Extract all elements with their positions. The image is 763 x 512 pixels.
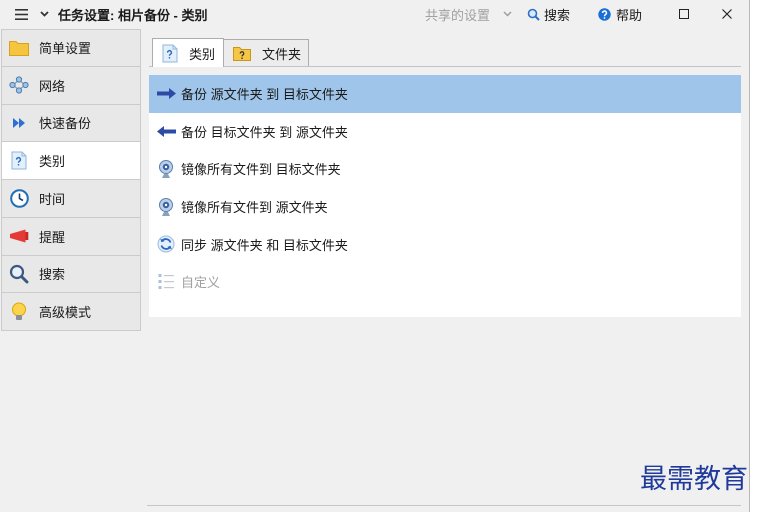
shared-settings-label: 共享的设置 bbox=[425, 7, 491, 23]
sidebar-item-label: 高级模式 bbox=[39, 305, 92, 321]
tab-category[interactable]: 类别 bbox=[152, 38, 224, 67]
sidebar-item-search[interactable]: 搜索 bbox=[1, 255, 141, 294]
clock-icon bbox=[8, 187, 30, 209]
search-button[interactable]: 搜索 bbox=[527, 0, 570, 28]
custom-list-icon bbox=[156, 272, 176, 292]
megaphone-icon bbox=[8, 225, 30, 247]
task-settings-window: 任务设置: 相片备份 - 类别 共享的设置 搜索 帮助 简单设置 网络 快速备份… bbox=[0, 0, 750, 512]
bottom-divider bbox=[147, 505, 741, 506]
sidebar-item-label: 类别 bbox=[39, 154, 66, 170]
sidebar-item-label: 搜索 bbox=[39, 267, 66, 283]
sidebar-item-label: 时间 bbox=[39, 191, 66, 207]
sidebar-item-label: 提醒 bbox=[39, 229, 66, 245]
sidebar-item-category[interactable]: 类别 bbox=[1, 142, 141, 180]
tab-folder[interactable]: 文件夹 bbox=[223, 39, 309, 66]
list-item-custom[interactable]: 自定义 bbox=[149, 263, 741, 301]
sidebar-item-time[interactable]: 时间 bbox=[1, 180, 141, 218]
help-button[interactable]: 帮助 bbox=[598, 0, 642, 28]
help-document-icon bbox=[8, 150, 30, 172]
help-folder-icon bbox=[233, 46, 251, 61]
search-icon bbox=[527, 8, 540, 21]
list-item-backup-source-to-target[interactable]: 备份 源文件夹 到 目标文件夹 bbox=[149, 75, 741, 113]
sidebar-item-quick-backup[interactable]: 快速备份 bbox=[1, 104, 141, 143]
magnifier-icon bbox=[8, 263, 30, 285]
arrow-left-icon bbox=[156, 121, 176, 141]
tab-label: 文件夹 bbox=[262, 46, 302, 62]
help-document-icon bbox=[162, 44, 178, 63]
tab-strip-divider bbox=[149, 66, 741, 67]
fast-forward-icon bbox=[8, 112, 30, 134]
sidebar: 简单设置 网络 快速备份 类别 时间 提醒 搜索 高级模式 bbox=[1, 29, 141, 331]
watermark: 最需教育 bbox=[640, 464, 748, 495]
list-item-sync[interactable]: 同步 源文件夹 和 目标文件夹 bbox=[149, 225, 741, 263]
folder-icon bbox=[8, 37, 30, 59]
list-item-label: 镜像所有文件到 源文件夹 bbox=[181, 200, 328, 216]
arrow-right-icon bbox=[156, 84, 176, 104]
list-item-label: 备份 源文件夹 到 目标文件夹 bbox=[181, 87, 348, 103]
chevron-down-icon bbox=[503, 11, 512, 17]
tab-label: 类别 bbox=[189, 46, 216, 62]
sidebar-item-label: 简单设置 bbox=[39, 41, 92, 57]
maximize-icon[interactable] bbox=[679, 0, 689, 28]
shared-settings-dropdown[interactable]: 共享的设置 bbox=[425, 0, 512, 28]
window-title: 任务设置: 相片备份 - 类别 bbox=[58, 7, 208, 23]
list-item-mirror-to-target[interactable]: 镜像所有文件到 目标文件夹 bbox=[149, 150, 741, 188]
list-item-label: 备份 目标文件夹 到 源文件夹 bbox=[181, 124, 348, 140]
list-item-label: 同步 源文件夹 和 目标文件夹 bbox=[181, 237, 348, 253]
mirror-icon bbox=[156, 159, 176, 179]
category-list: 备份 源文件夹 到 目标文件夹 备份 目标文件夹 到 源文件夹 镜像所有文件到 … bbox=[149, 75, 741, 317]
network-icon bbox=[8, 74, 30, 96]
sync-icon bbox=[156, 234, 176, 254]
list-item-label: 自定义 bbox=[181, 275, 221, 291]
search-button-label: 搜索 bbox=[544, 7, 571, 23]
lightbulb-icon bbox=[8, 301, 30, 323]
mirror-icon bbox=[156, 197, 176, 217]
close-icon[interactable] bbox=[722, 0, 732, 28]
sidebar-item-label: 快速备份 bbox=[39, 116, 92, 132]
list-item-backup-target-to-source[interactable]: 备份 目标文件夹 到 源文件夹 bbox=[149, 113, 741, 151]
sidebar-item-advanced-mode[interactable]: 高级模式 bbox=[1, 293, 141, 331]
sidebar-item-reminder[interactable]: 提醒 bbox=[1, 217, 141, 256]
hamburger-menu-icon[interactable] bbox=[15, 0, 28, 28]
help-button-label: 帮助 bbox=[616, 7, 643, 23]
sidebar-item-simple-settings[interactable]: 简单设置 bbox=[1, 29, 141, 67]
chevron-down-icon[interactable] bbox=[40, 0, 49, 28]
help-circle-icon bbox=[598, 7, 611, 21]
list-item-mirror-to-source[interactable]: 镜像所有文件到 源文件夹 bbox=[149, 188, 741, 226]
title-bar: 任务设置: 相片备份 - 类别 共享的设置 搜索 帮助 bbox=[0, 0, 749, 28]
sidebar-item-label: 网络 bbox=[39, 78, 66, 94]
sidebar-item-network[interactable]: 网络 bbox=[1, 66, 141, 105]
list-item-label: 镜像所有文件到 目标文件夹 bbox=[181, 162, 341, 178]
